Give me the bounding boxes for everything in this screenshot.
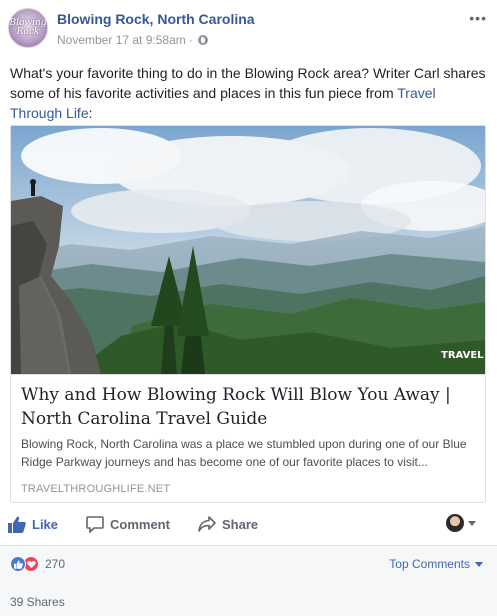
facebook-post: Blowing Rock Blowing Rock, North Carolin… (0, 0, 497, 616)
globe-icon (197, 35, 208, 45)
share-icon (198, 516, 216, 532)
link-description: Blowing Rock, North Carolina was a place… (21, 437, 467, 469)
post-meta: November 17 at 9:58am · (57, 33, 208, 47)
shares-count[interactable]: 39 Shares (10, 595, 65, 609)
viewer-avatar (446, 514, 464, 532)
like-label: Like (32, 516, 59, 532)
top-comments-dropdown[interactable]: Top Comments (389, 557, 483, 571)
chevron-down-icon (475, 561, 483, 567)
action-bar: Like Comment Share (0, 508, 497, 540)
link-preview-card[interactable]: TRAVEL Why and How Blowing Rock Will Blo… (10, 125, 486, 503)
post-as-selector[interactable] (446, 514, 476, 532)
meta-separator: · (188, 33, 193, 47)
reaction-count: 270 (45, 557, 66, 571)
post-text-end: : (88, 105, 93, 121)
page-name-link[interactable]: Blowing Rock, North Carolina (57, 11, 255, 27)
comment-button[interactable]: Comment (86, 508, 170, 540)
post-timestamp[interactable]: November 17 at 9:58am (57, 33, 186, 47)
page-avatar[interactable]: Blowing Rock (8, 8, 48, 48)
share-label: Share (222, 516, 259, 532)
like-button[interactable]: Like (8, 508, 58, 540)
post-text: What's your favorite thing to do in the … (10, 63, 490, 123)
thumbs-up-icon (8, 516, 26, 533)
comment-icon (86, 515, 104, 533)
chevron-down-icon (468, 520, 476, 526)
avatar-logo-text: Blowing Rock (9, 18, 47, 37)
top-comments-label: Top Comments (389, 557, 470, 571)
more-options-icon[interactable]: ••• (469, 10, 487, 26)
link-preview-body[interactable]: Why and How Blowing Rock Will Blow You A… (11, 374, 485, 502)
reactions-summary[interactable]: 270 (10, 556, 65, 572)
link-title[interactable]: Why and How Blowing Rock Will Blow You A… (21, 383, 477, 431)
link-preview-image[interactable]: TRAVEL (11, 126, 485, 374)
image-watermark: TRAVEL (441, 350, 484, 361)
share-button[interactable]: Share (198, 508, 258, 540)
like-reaction-icon (10, 556, 26, 572)
link-domain: TRAVELTHROUGHLIFE.NET (21, 483, 171, 495)
comment-label: Comment (110, 516, 170, 532)
